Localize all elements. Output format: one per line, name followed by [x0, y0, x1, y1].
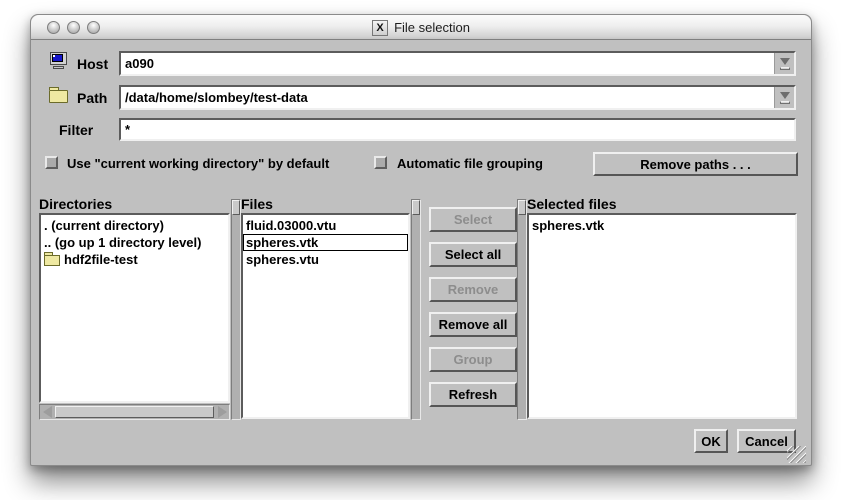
files-list[interactable]: fluid.03000.vtu spheres.vtk spheres.vtu — [241, 213, 410, 419]
titlebar[interactable]: X File selection — [31, 15, 811, 40]
computer-icon — [49, 52, 69, 72]
scroll-left-icon[interactable] — [40, 405, 54, 419]
filter-input[interactable]: * — [119, 118, 796, 141]
remove-paths-button[interactable]: Remove paths . . . — [593, 152, 798, 176]
path-dropdown-icon[interactable] — [774, 87, 794, 108]
host-dropdown-icon[interactable] — [774, 53, 794, 74]
filter-value[interactable]: * — [121, 122, 794, 137]
files-vertical-scrollbar[interactable] — [411, 199, 421, 420]
scrollbar-thumb[interactable] — [55, 406, 214, 418]
auto-grouping-checkbox[interactable] — [374, 156, 387, 169]
cwd-checkbox-label[interactable]: Use "current working directory" by defau… — [67, 156, 329, 171]
remove-button[interactable]: Remove — [429, 277, 517, 302]
selected-files-header: Selected files — [527, 196, 617, 212]
selected-files-list[interactable]: spheres.vtk — [527, 213, 797, 419]
x11-app-icon: X — [372, 20, 388, 36]
files-header: Files — [241, 196, 273, 212]
directory-item[interactable]: .. (go up 1 directory level) — [41, 234, 228, 251]
directory-item[interactable]: hdf2file-test — [41, 251, 228, 268]
auto-grouping-checkbox-label[interactable]: Automatic file grouping — [397, 156, 543, 171]
selected-file-item[interactable]: spheres.vtk — [529, 217, 795, 234]
ok-button[interactable]: OK — [694, 429, 728, 453]
file-item-selected[interactable]: spheres.vtk — [243, 234, 408, 251]
folder-icon — [44, 255, 60, 266]
directories-vertical-scrollbar[interactable] — [231, 199, 241, 420]
directories-list[interactable]: . (current directory) .. (go up 1 direct… — [39, 213, 230, 403]
file-item[interactable]: spheres.vtu — [243, 251, 408, 268]
cwd-checkbox[interactable] — [45, 156, 58, 169]
path-label: Path — [77, 90, 107, 106]
scroll-right-icon[interactable] — [215, 405, 229, 419]
select-button[interactable]: Select — [429, 207, 517, 232]
scrollbar-thumb[interactable] — [518, 200, 526, 215]
filter-label: Filter — [59, 122, 93, 138]
scrollbar-thumb[interactable] — [232, 200, 240, 215]
directories-horizontal-scrollbar[interactable] — [39, 404, 230, 420]
scrollbar-thumb[interactable] — [412, 200, 420, 215]
folder-icon — [49, 90, 68, 103]
directory-item[interactable]: . (current directory) — [41, 217, 228, 234]
group-button[interactable]: Group — [429, 347, 517, 372]
directories-header: Directories — [39, 196, 112, 212]
path-input[interactable]: /data/home/slombey/test-data — [119, 85, 796, 110]
path-value[interactable]: /data/home/slombey/test-data — [121, 90, 774, 105]
select-all-button[interactable]: Select all — [429, 242, 517, 267]
window-title: File selection — [394, 20, 470, 35]
selected-files-vertical-scrollbar[interactable] — [517, 199, 527, 420]
file-item[interactable]: fluid.03000.vtu — [243, 217, 408, 234]
title-group: X File selection — [31, 15, 811, 40]
host-label: Host — [77, 56, 108, 72]
resize-grip-icon[interactable] — [787, 446, 806, 463]
host-input[interactable]: a090 — [119, 51, 796, 76]
remove-all-button[interactable]: Remove all — [429, 312, 517, 337]
file-selection-dialog: X File selection Host a090 Path /data/ho… — [30, 14, 812, 466]
refresh-button[interactable]: Refresh — [429, 382, 517, 407]
host-value[interactable]: a090 — [121, 56, 774, 71]
